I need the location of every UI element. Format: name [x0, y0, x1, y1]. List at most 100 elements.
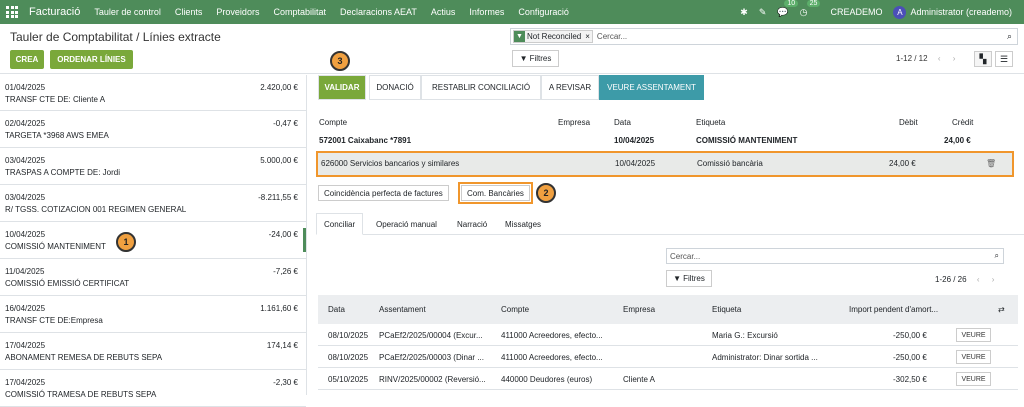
- pager-prev-icon[interactable]: ‹: [938, 54, 941, 63]
- company-switcher[interactable]: CREADEMO: [830, 7, 882, 17]
- statement-line[interactable]: 01/04/2025 TRANSF CTE DE: Cliente A 2.42…: [0, 75, 306, 111]
- th-amount[interactable]: Import pendent d'amort...: [849, 305, 938, 314]
- tab-reconcile[interactable]: Conciliar: [316, 213, 364, 235]
- line-date: 11/04/2025: [5, 267, 45, 276]
- entry-account: 572001 Caixabanc *7891: [319, 136, 412, 145]
- order-lines-button[interactable]: ORDENAR LÍNIES: [50, 50, 133, 69]
- table-row[interactable]: 05/10/2025 RINV/2025/00002 (Reversió... …: [318, 368, 1018, 390]
- counterpart-line[interactable]: 626000 Servicios bancarios y similares 1…: [316, 151, 1014, 177]
- cell-entry: PCaEf2/2025/00004 (Excur...: [379, 331, 483, 340]
- pager: 1-12 / 12 ‹ ›: [896, 54, 955, 63]
- filter-icon: ▼: [519, 54, 528, 63]
- column-settings-icon[interactable]: ⇄: [998, 305, 1005, 314]
- entry-credit: 24,00 €: [944, 136, 971, 145]
- breadcrumb[interactable]: Tauler de Comptabilitat / Línies extract…: [10, 30, 221, 44]
- tab-narration[interactable]: Narració: [450, 213, 494, 235]
- view-button[interactable]: VEURE: [956, 372, 991, 386]
- validate-button[interactable]: VALIDAR: [318, 75, 366, 100]
- bug-icon[interactable]: ✱: [740, 7, 748, 18]
- menu-configuration[interactable]: Configuració: [518, 7, 569, 17]
- trash-icon[interactable]: 🗑: [986, 159, 996, 168]
- line-amount: 174,14 €: [266, 341, 298, 350]
- filters-button[interactable]: ▼ Filtres: [512, 50, 559, 67]
- search-input[interactable]: Cercar...: [593, 32, 1007, 41]
- search-icon[interactable]: ⌕: [1007, 31, 1012, 42]
- table-row[interactable]: 08/10/2025 PCaEf2/2025/00003 (Dinar ... …: [318, 346, 1018, 368]
- menu-assets[interactable]: Actius: [431, 7, 456, 17]
- facet-remove-icon[interactable]: ×: [583, 32, 592, 41]
- header-account: Compte: [319, 118, 348, 127]
- statement-line[interactable]: 11/04/2025 COMISSIÓ EMISSIÓ CERTIFICAT -…: [0, 259, 306, 296]
- list-view-icon[interactable]: ☰: [995, 51, 1013, 67]
- tab-manual-operation[interactable]: Operació manual: [369, 213, 444, 235]
- menu-suppliers[interactable]: Proveidors: [216, 7, 259, 17]
- tab-messages[interactable]: Missatges: [498, 213, 548, 235]
- th-company[interactable]: Empresa: [623, 305, 655, 314]
- cell-date: 05/10/2025: [328, 375, 369, 384]
- view-entry-button[interactable]: VEURE ASSENTAMENT: [599, 75, 704, 100]
- entry-date: 10/04/2025: [614, 136, 655, 145]
- cell-amount: -250,00 €: [893, 331, 927, 340]
- donation-button[interactable]: DONACIÓ: [369, 75, 421, 100]
- statement-line[interactable]: 17/04/2025 ABONAMENT REMESA DE REBUTS SE…: [0, 333, 306, 370]
- th-entry[interactable]: Assentament: [379, 305, 426, 314]
- apps-menu-icon[interactable]: [6, 5, 20, 19]
- counterpart-account: 626000 Servicios bancarios y similares: [321, 159, 460, 168]
- create-button[interactable]: CREA: [10, 50, 44, 69]
- statement-line[interactable]: 16/04/2025 TRANSF CTE DE:Empresa 1.161,6…: [0, 296, 306, 333]
- reset-reconciliation-button[interactable]: RESTABLIR CONCILIACIÓ: [421, 75, 541, 100]
- menu-accounting[interactable]: Comptabilitat: [273, 7, 326, 17]
- pager-value[interactable]: 1-12 / 12: [896, 54, 928, 63]
- menu-clients[interactable]: Clients: [175, 7, 203, 17]
- line-label: TARGETA *3968 AWS EMEA: [5, 131, 109, 140]
- statement-line-selected[interactable]: 10/04/2025 COMISSIÓ MANTENIMENT -24,00 €: [0, 222, 306, 259]
- line-date: 02/04/2025: [5, 119, 46, 128]
- statement-line[interactable]: 17/04/2025 COMISSIÓ TRAMESA DE REBUTS SE…: [0, 370, 306, 407]
- table-search-input[interactable]: Cercar... ⌕: [666, 248, 1004, 264]
- statement-line[interactable]: 02/04/2025 TARGETA *3968 AWS EMEA -0,47 …: [0, 111, 306, 148]
- perfect-match-chip[interactable]: Coincidència perfecta de factures: [318, 185, 449, 201]
- th-label[interactable]: Etiqueta: [712, 305, 741, 314]
- pager-next-icon[interactable]: ›: [953, 54, 956, 63]
- search-bar[interactable]: ▼ Not Reconciled × Cercar... ⌕: [510, 28, 1018, 45]
- menu-reports[interactable]: Informes: [469, 7, 504, 17]
- counterpart-date: 10/04/2025: [615, 159, 656, 168]
- app-brand[interactable]: Facturació: [29, 6, 80, 18]
- clock-icon[interactable]: ◷ 25: [800, 0, 821, 18]
- line-amount: 2.420,00 €: [260, 83, 298, 92]
- table-header: Data Assentament Compte Empresa Etiqueta…: [318, 295, 1018, 324]
- view-button[interactable]: VEURE: [956, 328, 991, 342]
- cell-date: 08/10/2025: [328, 331, 369, 340]
- bank-fees-chip[interactable]: Com. Bancàries: [458, 182, 533, 204]
- pager-next-icon[interactable]: ›: [992, 275, 995, 284]
- line-date: 17/04/2025: [5, 378, 46, 387]
- table-filters-button[interactable]: ▼ Filtres: [666, 270, 712, 287]
- th-date[interactable]: Data: [328, 305, 345, 314]
- top-navbar: Facturació Tauler de control Clients Pro…: [0, 0, 1024, 24]
- cell-account: 440000 Deudores (euros): [501, 375, 593, 384]
- chat-icon[interactable]: 💬 10: [777, 0, 799, 18]
- pencil-icon[interactable]: ✎: [759, 7, 767, 18]
- view-button[interactable]: VEURE: [956, 350, 991, 364]
- line-label: TRANSF CTE DE:Empresa: [5, 316, 103, 325]
- header-date: Data: [614, 118, 631, 127]
- line-label: ABONAMENT REMESA DE REBUTS SEPA: [5, 353, 163, 362]
- menu-dashboard[interactable]: Tauler de control: [94, 7, 161, 17]
- header-company: Empresa: [558, 118, 591, 127]
- statement-line[interactable]: 03/04/2025 R/ TGSS. COTIZACION 001 REGIM…: [0, 185, 306, 222]
- statement-line[interactable]: 03/04/2025 TRASPAS A COMPTE DE: Jordi 5.…: [0, 148, 306, 185]
- to-review-button[interactable]: A REVISAR: [541, 75, 599, 100]
- pager-prev-icon[interactable]: ‹: [977, 275, 980, 284]
- kanban-view-icon[interactable]: ▚: [974, 51, 992, 67]
- th-account[interactable]: Compte: [501, 305, 529, 314]
- callout-1: 1: [116, 232, 136, 252]
- table-pager-value[interactable]: 1-26 / 26: [935, 275, 967, 284]
- search-icon[interactable]: ⌕: [995, 251, 999, 261]
- line-label: TRASPAS A COMPTE DE: Jordi: [5, 168, 120, 177]
- menu-tax-declarations[interactable]: Declaracions AEAT: [340, 7, 417, 17]
- line-amount: 5.000,00 €: [260, 156, 298, 165]
- user-menu[interactable]: A Administrator (creademo): [893, 5, 1012, 19]
- table-search-placeholder: Cercar...: [670, 251, 701, 261]
- filter-facet[interactable]: ▼ Not Reconciled ×: [513, 30, 593, 43]
- table-row[interactable]: 08/10/2025 PCaEf2/2025/00004 (Excur... 4…: [318, 324, 1018, 346]
